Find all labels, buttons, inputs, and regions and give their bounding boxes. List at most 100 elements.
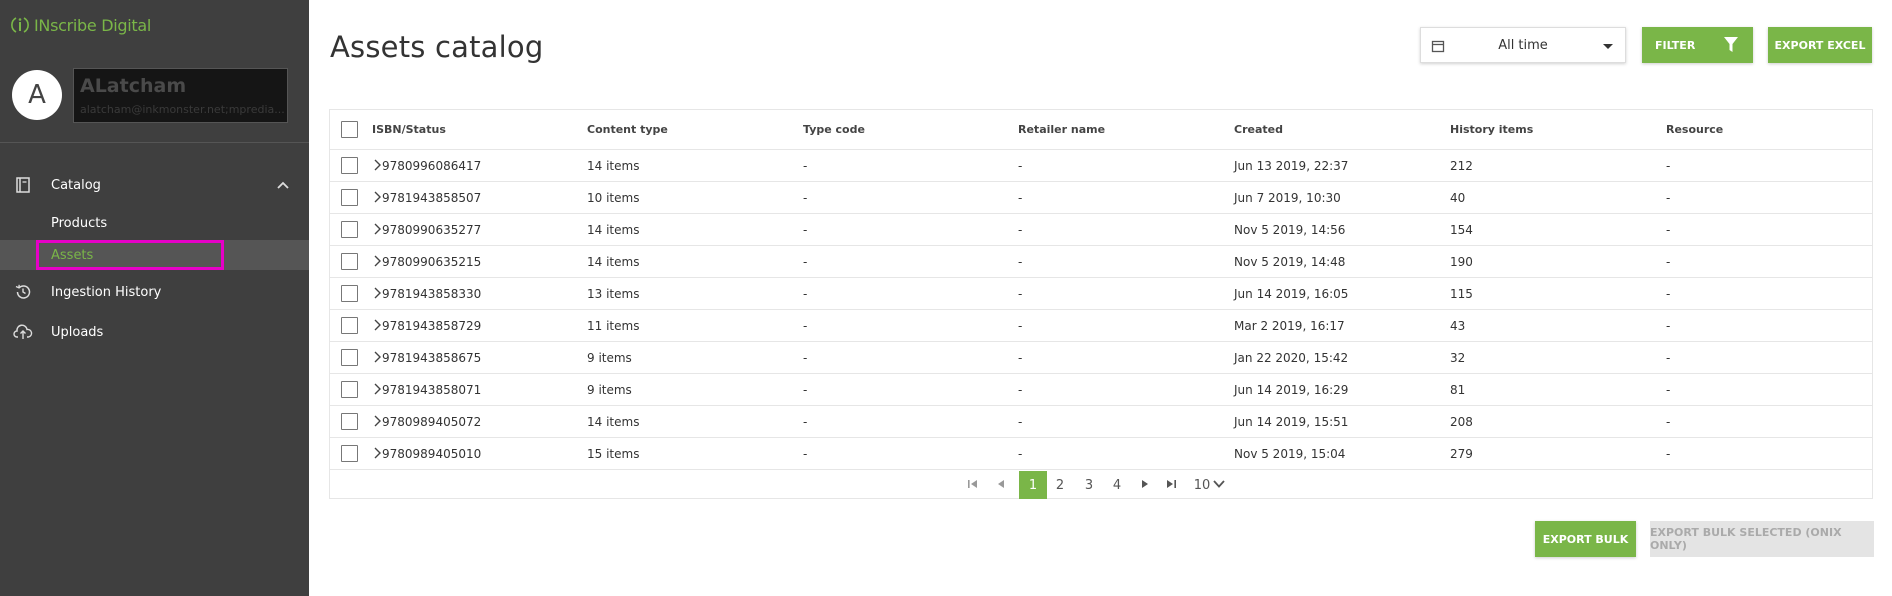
sidebar-item-label: Catalog (51, 177, 101, 193)
cell-created: Nov 5 2019, 14:48 (1234, 255, 1346, 269)
column-header-history-items[interactable]: History items (1450, 123, 1533, 136)
row-checkbox[interactable] (341, 285, 358, 302)
sidebar-item-products[interactable]: Products (0, 208, 309, 238)
cell-history-items: 43 (1450, 319, 1466, 333)
sidebar-item-label: Ingestion History (51, 284, 162, 300)
export-bulk-button[interactable]: EXPORT BULK (1535, 521, 1636, 557)
page-button-1[interactable]: 1 (1019, 471, 1047, 499)
row-checkbox[interactable] (341, 317, 358, 334)
row-checkbox[interactable] (341, 189, 358, 206)
cell-content-type: 9 items (587, 383, 632, 397)
export-excel-button[interactable]: EXPORT EXCEL (1768, 27, 1872, 63)
page-size-value[interactable]: 10 (1192, 471, 1212, 499)
cell-created: Jun 13 2019, 22:37 (1234, 159, 1349, 173)
chevron-up-icon[interactable] (275, 177, 291, 193)
cell-history-items: 115 (1450, 287, 1473, 301)
column-header-resource[interactable]: Resource (1666, 123, 1723, 136)
column-header-retailer-name[interactable]: Retailer name (1018, 123, 1105, 136)
chevron-down-icon[interactable] (1212, 478, 1226, 490)
filter-button-label: FILTER (1655, 38, 1696, 52)
table-row[interactable]: 9780996086417 14 items - - Jun 13 2019, 22:3… (330, 150, 1872, 182)
avatar[interactable]: A (12, 70, 62, 120)
user-name: ALatcham (80, 75, 187, 97)
table-row[interactable]: 9781943858729 11 items - - Mar 2 2019, 16:17… (330, 310, 1872, 342)
cell-created: Mar 2 2019, 16:17 (1234, 319, 1345, 333)
filter-button[interactable]: FILTER (1642, 27, 1753, 63)
cell-history-items: 279 (1450, 447, 1473, 461)
table-row[interactable]: 9781943858507 10 items - - Jun 7 2019, 10:30… (330, 182, 1872, 214)
date-range-select[interactable]: All time (1420, 27, 1626, 63)
table-row[interactable]: 9780989405072 14 items - - Jun 14 2019, 15:5… (330, 406, 1872, 438)
select-all-checkbox[interactable] (341, 121, 358, 138)
caret-down-icon (1603, 44, 1613, 49)
cell-created: Jun 7 2019, 10:30 (1234, 191, 1341, 205)
column-header-content-type[interactable]: Content type (587, 123, 668, 136)
last-page-icon[interactable] (1165, 478, 1177, 490)
cell-type-code: - (803, 191, 808, 205)
cell-content-type: 11 items (587, 319, 640, 333)
row-checkbox[interactable] (341, 413, 358, 430)
first-page-icon[interactable] (967, 478, 979, 490)
cell-resource: - (1666, 447, 1671, 461)
cell-isbn: 9781943858729 (382, 319, 482, 333)
row-checkbox[interactable] (341, 381, 358, 398)
table-row[interactable]: 9781943858330 13 items - - Jun 14 2019, 16:0… (330, 278, 1872, 310)
cell-type-code: - (803, 255, 808, 269)
column-header-isbn[interactable]: ISBN/Status (372, 123, 446, 136)
user-panel: A ALatcham alatcham@inkmonster.net;mpred… (0, 60, 309, 140)
history-icon (13, 282, 33, 302)
table-row[interactable]: 9780990635215 14 items - - Nov 5 2019, 14:48… (330, 246, 1872, 278)
cell-resource: - (1666, 415, 1671, 429)
cell-type-code: - (803, 159, 808, 173)
table-row[interactable]: 9781943858675 9 items - - Jan 22 2020, 15:42… (330, 342, 1872, 374)
row-checkbox[interactable] (341, 445, 358, 462)
date-range-value: All time (1498, 37, 1548, 53)
cell-retailer-name: - (1018, 447, 1023, 461)
cell-content-type: 13 items (587, 287, 640, 301)
row-checkbox[interactable] (341, 349, 358, 366)
cell-isbn: 9781943858675 (382, 351, 482, 365)
cell-type-code: - (803, 351, 808, 365)
previous-page-icon[interactable] (995, 478, 1007, 490)
cell-created: Jun 14 2019, 16:05 (1234, 287, 1349, 301)
page-button-4[interactable]: 4 (1105, 471, 1129, 499)
cell-created: Nov 5 2019, 15:04 (1234, 447, 1346, 461)
pagination: 1 2 3 4 10 (330, 468, 1872, 499)
sidebar: INscribe Digital A ALatcham alatcham@ink… (0, 0, 309, 596)
page-button-3[interactable]: 3 (1077, 471, 1101, 499)
cell-resource: - (1666, 159, 1671, 173)
cell-type-code: - (803, 223, 808, 237)
table-header: ISBN/Status Content type Type code Retai… (330, 110, 1872, 150)
row-checkbox[interactable] (341, 221, 358, 238)
cell-created: Jun 14 2019, 16:29 (1234, 383, 1349, 397)
cell-resource: - (1666, 351, 1671, 365)
sidebar-item-catalog[interactable]: Catalog (0, 168, 309, 202)
table-row[interactable]: 9781943858071 9 items - - Jun 14 2019, 16:29… (330, 374, 1872, 406)
cell-retailer-name: - (1018, 223, 1023, 237)
column-header-type-code[interactable]: Type code (803, 123, 865, 136)
cell-content-type: 15 items (587, 447, 640, 461)
export-bulk-selected-button[interactable]: EXPORT BULK SELECTED (ONIX ONLY) (1650, 521, 1874, 557)
cell-history-items: 190 (1450, 255, 1473, 269)
sidebar-item-ingestion-history[interactable]: Ingestion History (0, 275, 309, 309)
next-page-icon[interactable] (1139, 478, 1151, 490)
cell-retailer-name: - (1018, 351, 1023, 365)
cell-retailer-name: - (1018, 287, 1023, 301)
cell-content-type: 14 items (587, 255, 640, 269)
table-row[interactable]: 9780989405010 15 items - - Nov 5 2019, 15:04… (330, 438, 1872, 470)
logo[interactable]: INscribe Digital (10, 14, 151, 36)
cell-content-type: 14 items (587, 159, 640, 173)
cell-isbn: 9780989405010 (382, 447, 482, 461)
cell-resource: - (1666, 383, 1671, 397)
page-button-2[interactable]: 2 (1048, 471, 1072, 499)
cell-retailer-name: - (1018, 255, 1023, 269)
cell-retailer-name: - (1018, 383, 1023, 397)
cell-retailer-name: - (1018, 159, 1023, 173)
row-checkbox[interactable] (341, 157, 358, 174)
row-checkbox[interactable] (341, 253, 358, 270)
cell-isbn: 9781943858330 (382, 287, 482, 301)
sidebar-item-uploads[interactable]: Uploads (0, 315, 309, 349)
column-header-created[interactable]: Created (1234, 123, 1283, 136)
table-row[interactable]: 9780990635277 14 items - - Nov 5 2019, 14:56… (330, 214, 1872, 246)
sidebar-item-label: Uploads (51, 324, 104, 340)
